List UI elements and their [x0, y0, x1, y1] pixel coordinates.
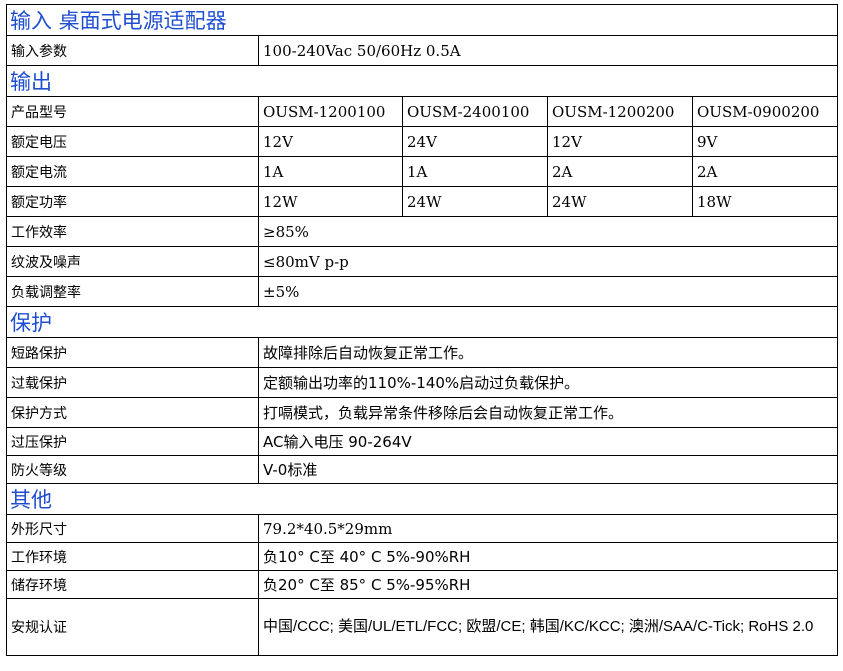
- input-param-value: 100-240Vac 50/60Hz 0.5A: [258, 35, 838, 66]
- fire-rating-value: V-0标准: [258, 455, 838, 484]
- load-regulation-value: ±5%: [258, 276, 838, 307]
- model-cell: OUSM-2400100: [402, 96, 548, 127]
- table-row: 外形尺寸 79.2*40.5*29mm: [6, 514, 838, 543]
- model-label: 产品型号: [6, 96, 259, 127]
- dimensions-value: 79.2*40.5*29mm: [258, 514, 838, 543]
- section-protection-row: 保护: [6, 306, 838, 338]
- operating-env-value: 负10° C至 40° C 5%-90%RH: [258, 542, 838, 571]
- operating-env-label: 工作环境: [6, 542, 259, 571]
- voltage-cell: 9V: [692, 126, 838, 157]
- ripple-label: 纹波及噪声: [6, 246, 259, 277]
- protection-mode-value: 打嗝模式，负载异常条件移除后会自动恢复正常工作。: [258, 397, 838, 428]
- overvoltage-label: 过压保护: [6, 427, 259, 456]
- table-row: 安规认证 中国/CCC; 美国/UL/ETL/FCC; 欧盟/CE; 韩国/KC…: [6, 598, 838, 656]
- overvoltage-value: AC输入电压 90-264V: [258, 427, 838, 456]
- fire-rating-label: 防火等级: [6, 455, 259, 484]
- model-cell: OUSM-1200200: [547, 96, 693, 127]
- table-row: 额定电流 1A 1A 2A 2A: [6, 156, 838, 187]
- table-row: 输入参数 100-240Vac 50/60Hz 0.5A: [6, 35, 838, 66]
- current-cell: 1A: [402, 156, 548, 187]
- current-cell: 1A: [258, 156, 403, 187]
- efficiency-label: 工作效率: [6, 216, 259, 247]
- table-row: 短路保护 故障排除后自动恢复正常工作。: [6, 337, 838, 368]
- table-row: 纹波及噪声 ≤80mV p-p: [6, 246, 838, 277]
- voltage-label: 额定电压: [6, 126, 259, 157]
- certification-label: 安规认证: [6, 598, 259, 656]
- storage-env-value: 负20° C至 85° C 5%-95%RH: [258, 570, 838, 599]
- protection-mode-label: 保护方式: [6, 397, 259, 428]
- short-circuit-value: 故障排除后自动恢复正常工作。: [258, 337, 838, 368]
- power-cell: 24W: [402, 186, 548, 217]
- table-row: 产品型号 OUSM-1200100 OUSM-2400100 OUSM-1200…: [6, 96, 838, 127]
- section-output-row: 输出: [6, 65, 838, 97]
- current-cell: 2A: [547, 156, 693, 187]
- section-heading-protection: 保护: [6, 306, 838, 338]
- table-row: 工作效率 ≥85%: [6, 216, 838, 247]
- voltage-cell: 12V: [258, 126, 403, 157]
- current-label: 额定电流: [6, 156, 259, 187]
- section-input-row: 输入 桌面式电源适配器: [6, 4, 838, 36]
- section-heading-other: 其他: [6, 483, 838, 515]
- overload-value: 定额输出功率的110%-140%启动过负载保护。: [258, 367, 838, 398]
- current-cell: 2A: [692, 156, 838, 187]
- table-row: 过压保护 AC输入电压 90-264V: [6, 427, 838, 456]
- table-row: 防火等级 V-0标准: [6, 455, 838, 484]
- section-other-row: 其他: [6, 483, 838, 515]
- section-heading-input: 输入 桌面式电源适配器: [6, 4, 838, 36]
- model-cell: OUSM-0900200: [692, 96, 838, 127]
- dimensions-label: 外形尺寸: [6, 514, 259, 543]
- overload-label: 过载保护: [6, 367, 259, 398]
- power-cell: 18W: [692, 186, 838, 217]
- efficiency-value: ≥85%: [258, 216, 838, 247]
- table-row: 额定功率 12W 24W 24W 18W: [6, 186, 838, 217]
- table-row: 额定电压 12V 24V 12V 9V: [6, 126, 838, 157]
- power-cell: 24W: [547, 186, 693, 217]
- voltage-cell: 24V: [402, 126, 548, 157]
- table-row: 储存环境 负20° C至 85° C 5%-95%RH: [6, 570, 838, 599]
- power-cell: 12W: [258, 186, 403, 217]
- load-regulation-label: 负载调整率: [6, 276, 259, 307]
- table-row: 保护方式 打嗝模式，负载异常条件移除后会自动恢复正常工作。: [6, 397, 838, 428]
- input-param-label: 输入参数: [6, 35, 259, 66]
- short-circuit-label: 短路保护: [6, 337, 259, 368]
- model-cell: OUSM-1200100: [258, 96, 403, 127]
- power-label: 额定功率: [6, 186, 259, 217]
- section-heading-output: 输出: [6, 65, 838, 97]
- voltage-cell: 12V: [547, 126, 693, 157]
- table-row: 工作环境 负10° C至 40° C 5%-90%RH: [6, 542, 838, 571]
- ripple-value: ≤80mV p-p: [258, 246, 838, 277]
- storage-env-label: 储存环境: [6, 570, 259, 599]
- spec-table: 输入 桌面式电源适配器 输入参数 100-240Vac 50/60Hz 0.5A…: [6, 4, 838, 656]
- table-row: 过载保护 定额输出功率的110%-140%启动过负载保护。: [6, 367, 838, 398]
- table-row: 负载调整率 ±5%: [6, 276, 838, 307]
- certification-value: 中国/CCC; 美国/UL/ETL/FCC; 欧盟/CE; 韩国/KC/KCC;…: [258, 598, 838, 656]
